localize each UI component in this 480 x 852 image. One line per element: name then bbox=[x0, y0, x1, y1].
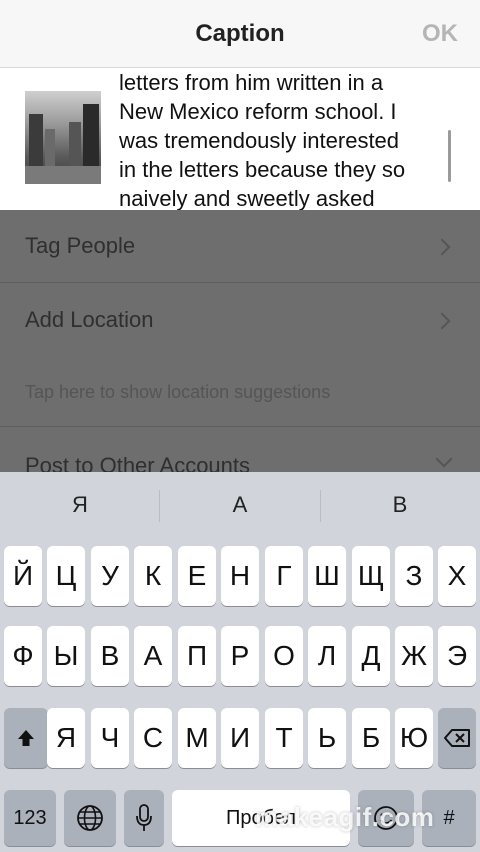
prediction-2[interactable]: А bbox=[160, 492, 320, 518]
key[interactable]: О bbox=[265, 626, 303, 686]
key[interactable]: Л bbox=[308, 626, 346, 686]
key[interactable]: Х bbox=[438, 546, 476, 606]
ok-button[interactable]: OK bbox=[422, 20, 458, 48]
key[interactable]: Р bbox=[221, 626, 259, 686]
key[interactable]: Ж bbox=[395, 626, 433, 686]
keyboard: Я А В Й Ц У К Е Н Г Ш Щ З Х Ф Ы В А П Р … bbox=[0, 472, 480, 852]
key[interactable]: В bbox=[91, 626, 129, 686]
tag-people-label: Tag People bbox=[25, 233, 136, 258]
key[interactable]: К bbox=[134, 546, 172, 606]
chevron-down-icon bbox=[435, 450, 453, 468]
key[interactable]: Т bbox=[265, 708, 303, 768]
nav-bar: Caption OK bbox=[0, 0, 480, 68]
tag-people-row[interactable]: Tag People bbox=[0, 210, 480, 282]
shift-icon bbox=[18, 730, 34, 746]
caption-input[interactable]: letters from him written in a New Mexico… bbox=[119, 68, 449, 210]
key[interactable]: И bbox=[221, 708, 259, 768]
location-suggestions-hint[interactable]: Tap here to show location suggestions bbox=[25, 382, 330, 403]
key[interactable]: Ы bbox=[47, 626, 85, 686]
key[interactable]: М bbox=[178, 708, 216, 768]
key[interactable]: Ф bbox=[4, 626, 42, 686]
chevron-right-icon bbox=[433, 238, 451, 256]
key[interactable]: Щ bbox=[352, 546, 390, 606]
microphone-icon bbox=[136, 804, 152, 831]
key[interactable]: Ю bbox=[395, 708, 433, 768]
key[interactable]: Ш bbox=[308, 546, 346, 606]
key[interactable]: Я bbox=[47, 708, 85, 768]
globe-key[interactable] bbox=[64, 790, 116, 846]
key[interactable]: Д bbox=[352, 626, 390, 686]
key[interactable]: С bbox=[134, 708, 172, 768]
caption-line: in the letters because they so bbox=[119, 157, 406, 182]
key[interactable]: А bbox=[134, 626, 172, 686]
chevron-right-icon bbox=[433, 312, 451, 330]
post-other-accounts-row[interactable]: Post to Other Accounts bbox=[0, 427, 480, 472]
caption-area: letters from him written in a New Mexico… bbox=[0, 68, 480, 210]
key[interactable]: Ь bbox=[308, 708, 346, 768]
key[interactable]: З bbox=[395, 546, 433, 606]
dictation-key[interactable] bbox=[124, 790, 164, 846]
backspace-key[interactable] bbox=[438, 708, 476, 768]
backspace-icon bbox=[444, 729, 470, 747]
key[interactable]: Ц bbox=[47, 546, 85, 606]
caption-line: letters from him written in a bbox=[119, 70, 384, 95]
add-location-row[interactable]: Add Location bbox=[0, 283, 480, 355]
numbers-key[interactable]: 123 bbox=[4, 790, 56, 846]
key[interactable]: П bbox=[178, 626, 216, 686]
globe-icon bbox=[77, 805, 103, 831]
options-list: Tag People Add Location Tap here to show… bbox=[0, 210, 480, 472]
prediction-1[interactable]: Я bbox=[0, 492, 160, 518]
caption-line: naively and sweetly asked bbox=[119, 186, 375, 210]
watermark: makeagif.com bbox=[255, 802, 435, 832]
prediction-3[interactable]: В bbox=[320, 492, 480, 518]
scroll-indicator[interactable] bbox=[448, 130, 451, 182]
page-title: Caption bbox=[195, 20, 285, 47]
shift-key[interactable] bbox=[4, 708, 48, 768]
key[interactable]: Г bbox=[265, 546, 303, 606]
key[interactable]: Й bbox=[4, 546, 42, 606]
post-other-accounts-label: Post to Other Accounts bbox=[25, 453, 251, 472]
key[interactable]: Ч bbox=[91, 708, 129, 768]
key[interactable]: У bbox=[91, 546, 129, 606]
prediction-bar: Я А В bbox=[0, 472, 480, 534]
photo-thumbnail bbox=[25, 91, 101, 184]
caption-line: was tremendously interested bbox=[119, 128, 400, 153]
key[interactable]: Е bbox=[178, 546, 216, 606]
caption-line: New Mexico reform school. I bbox=[119, 99, 397, 124]
key[interactable]: Б bbox=[352, 708, 390, 768]
key[interactable]: Э bbox=[438, 626, 476, 686]
key[interactable]: Н bbox=[221, 546, 259, 606]
add-location-label: Add Location bbox=[25, 307, 154, 332]
